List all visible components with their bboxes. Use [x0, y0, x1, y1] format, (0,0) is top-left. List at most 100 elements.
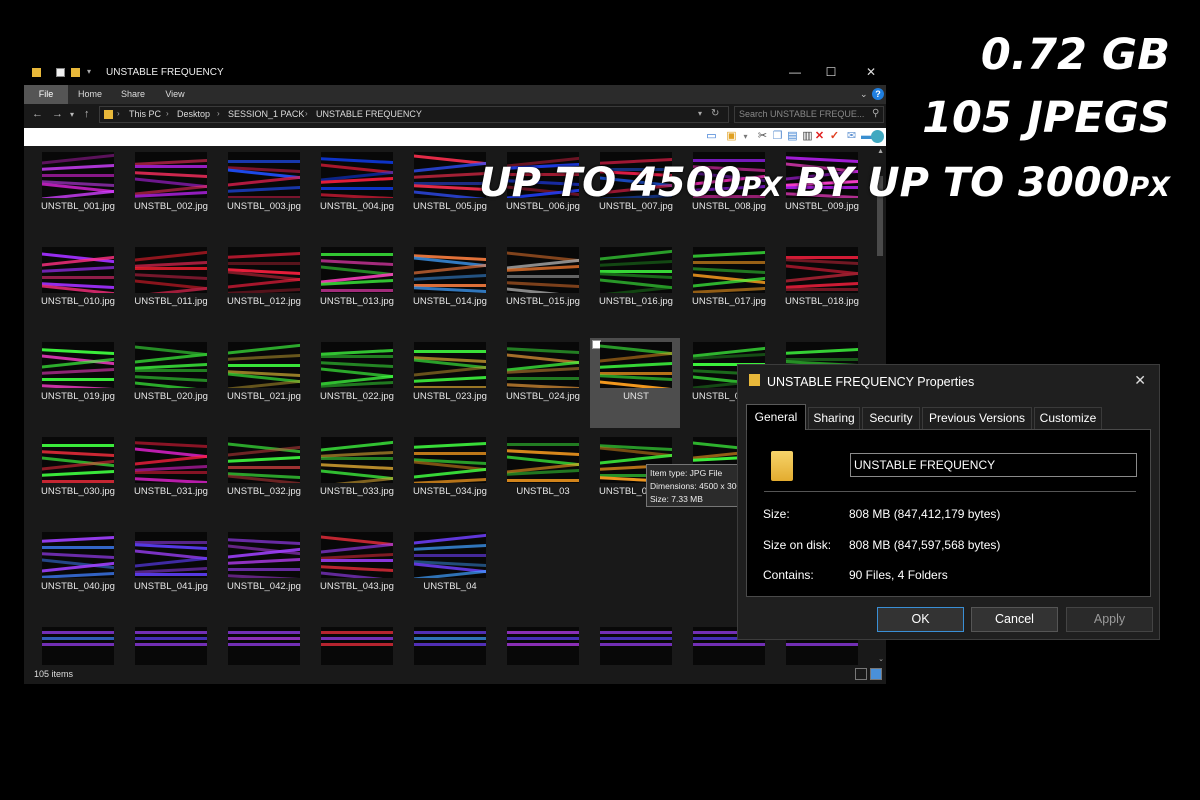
- checkmark-icon[interactable]: ✓: [829, 131, 840, 142]
- delete-icon[interactable]: ✕: [814, 131, 825, 142]
- file-tile[interactable]: UNSTBL_024.jpg: [497, 338, 587, 428]
- file-tile[interactable]: UNSTBL_042.jpg: [218, 528, 308, 618]
- thumbnail-stripe: [414, 375, 486, 384]
- folder-name-field[interactable]: UNSTABLE FREQUENCY: [850, 453, 1137, 477]
- file-tile[interactable]: UNSTBL_031.jpg: [125, 433, 215, 523]
- file-tile[interactable]: UNSTBL_032.jpg: [218, 433, 308, 523]
- tab-share[interactable]: Share: [114, 85, 152, 104]
- file-tile[interactable]: [311, 623, 401, 665]
- breadcrumb-session-pack[interactable]: SESSION_1 PACK: [228, 109, 304, 119]
- file-tile[interactable]: [218, 623, 308, 665]
- large-icons-view-icon[interactable]: [870, 668, 882, 680]
- file-tile[interactable]: UNSTBL_003.jpg: [218, 148, 308, 238]
- tab-general[interactable]: General: [746, 404, 806, 430]
- file-tile[interactable]: UNSTBL_041.jpg: [125, 528, 215, 618]
- file-tile[interactable]: [32, 623, 122, 665]
- search-box[interactable]: Search UNSTABLE FREQUE... ⚲: [734, 106, 884, 123]
- breadcrumb-desktop[interactable]: Desktop: [177, 109, 210, 119]
- tab-previous-versions[interactable]: Previous Versions: [922, 407, 1032, 429]
- minimize-button[interactable]: —: [788, 65, 802, 79]
- dropdown-arrow-icon[interactable]: ▾: [740, 131, 751, 142]
- file-tile[interactable]: [404, 623, 494, 665]
- file-name: UNSTBL_012.jpg: [227, 296, 301, 307]
- scroll-up-icon[interactable]: ▲: [877, 148, 884, 155]
- maximize-button[interactable]: ☐: [824, 65, 838, 79]
- address-bar[interactable]: › This PC › Desktop › SESSION_1 PACK › U…: [99, 106, 729, 123]
- forward-icon[interactable]: →: [52, 108, 63, 120]
- search-icon[interactable]: ⚲: [872, 108, 879, 119]
- file-tile[interactable]: [497, 623, 587, 665]
- file-tile[interactable]: UNSTBL_043.jpg: [311, 528, 401, 618]
- chevron-right-icon[interactable]: ›: [217, 109, 220, 118]
- file-tile[interactable]: [125, 623, 215, 665]
- close-button[interactable]: ✕: [864, 65, 878, 79]
- file-tile[interactable]: UNSTBL_004.jpg: [311, 148, 401, 238]
- recent-locations-icon[interactable]: ▾: [70, 110, 74, 119]
- file-tile[interactable]: UNSTBL_012.jpg: [218, 243, 308, 333]
- breadcrumb-current-folder[interactable]: UNSTABLE FREQUENCY: [316, 109, 422, 119]
- back-icon[interactable]: ←: [32, 108, 43, 120]
- file-tile[interactable]: UNSTBL_034.jpg: [404, 433, 494, 523]
- file-tile[interactable]: UNSTBL_019.jpg: [32, 338, 122, 428]
- tab-customize[interactable]: Customize: [1034, 407, 1102, 429]
- thumbnail-stripe: [228, 353, 300, 362]
- file-thumbnail: [228, 342, 300, 388]
- file-tile[interactable]: UNSTBL_013.jpg: [311, 243, 401, 333]
- properties-icon[interactable]: [56, 68, 65, 77]
- file-tile[interactable]: UNSTBL_015.jpg: [497, 243, 587, 333]
- file-tile[interactable]: UNSTBL_04: [404, 528, 494, 618]
- file-tile[interactable]: UNSTBL_020.jpg: [125, 338, 215, 428]
- chevron-right-icon[interactable]: ›: [117, 109, 120, 118]
- file-thumbnail: [228, 532, 300, 578]
- file-tile[interactable]: UNSTBL_010.jpg: [32, 243, 122, 333]
- file-tile[interactable]: UNSTBL_014.jpg: [404, 243, 494, 333]
- paste-icon[interactable]: ▤: [787, 131, 798, 142]
- file-tile[interactable]: [590, 623, 680, 665]
- up-icon[interactable]: ↑: [84, 108, 90, 120]
- thumbnail-stripe: [321, 559, 393, 562]
- dropdown-arrow-icon[interactable]: ▾: [698, 109, 702, 118]
- file-tile[interactable]: UNSTBL_001.jpg: [32, 148, 122, 238]
- file-tile[interactable]: UNSTBL_017.jpg: [683, 243, 773, 333]
- file-tile[interactable]: UNSTBL_022.jpg: [311, 338, 401, 428]
- cancel-button[interactable]: Cancel: [971, 607, 1058, 632]
- file-tile[interactable]: UNST: [590, 338, 680, 428]
- file-tile[interactable]: UNSTBL_03: [497, 433, 587, 523]
- file-tile[interactable]: UNSTBL_040.jpg: [32, 528, 122, 618]
- help-icon[interactable]: ?: [872, 88, 884, 100]
- apply-button[interactable]: Apply: [1066, 607, 1153, 632]
- file-tile[interactable]: UNSTBL_021.jpg: [218, 338, 308, 428]
- tab-home[interactable]: Home: [72, 85, 108, 104]
- mail-icon[interactable]: ✉: [846, 131, 857, 142]
- tab-sharing[interactable]: Sharing: [808, 407, 860, 429]
- rename-icon[interactable]: ▥: [802, 131, 813, 142]
- scroll-down-icon[interactable]: ⌄: [878, 655, 884, 663]
- file-thumbnail: [135, 342, 207, 388]
- chevron-right-icon[interactable]: ›: [305, 109, 308, 118]
- window-icon[interactable]: ▭: [706, 131, 717, 142]
- tab-security[interactable]: Security: [862, 407, 920, 429]
- chevron-right-icon[interactable]: ›: [166, 109, 169, 118]
- ok-button[interactable]: OK: [877, 607, 964, 632]
- cut-icon[interactable]: ✂: [757, 131, 768, 142]
- expand-ribbon-icon[interactable]: ⌄: [860, 89, 868, 100]
- refresh-icon[interactable]: ↻: [711, 108, 719, 119]
- quick-access-dropdown-icon[interactable]: ▾: [87, 67, 96, 76]
- new-folder-icon[interactable]: [71, 68, 80, 77]
- file-name: UNSTBL_003.jpg: [227, 201, 301, 212]
- file-tile[interactable]: UNSTBL_002.jpg: [125, 148, 215, 238]
- tab-view[interactable]: View: [158, 85, 192, 104]
- folder-icon[interactable]: ▣: [726, 131, 737, 142]
- details-view-icon[interactable]: [855, 668, 867, 680]
- copy-icon[interactable]: ❐: [772, 131, 783, 142]
- file-tile[interactable]: UNSTBL_016.jpg: [590, 243, 680, 333]
- globe-icon[interactable]: [871, 130, 884, 143]
- file-tile[interactable]: UNSTBL_011.jpg: [125, 243, 215, 333]
- file-tile[interactable]: UNSTBL_018.jpg: [776, 243, 866, 333]
- file-tile[interactable]: UNSTBL_023.jpg: [404, 338, 494, 428]
- dialog-close-button[interactable]: ✕: [1134, 372, 1146, 389]
- file-tile[interactable]: UNSTBL_030.jpg: [32, 433, 122, 523]
- tab-file[interactable]: File: [24, 85, 68, 104]
- file-tile[interactable]: UNSTBL_033.jpg: [311, 433, 401, 523]
- breadcrumb-this-pc[interactable]: This PC: [129, 109, 161, 119]
